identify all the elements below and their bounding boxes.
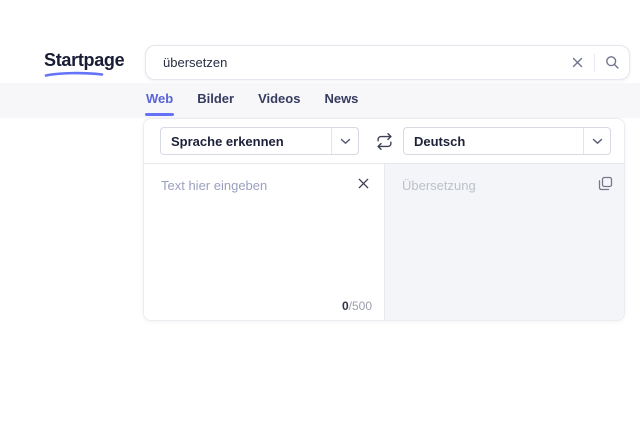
translation-output-pane: Übersetzung — [384, 164, 624, 320]
tab-videos[interactable]: Videos — [257, 89, 301, 112]
startpage-search-page: Startpage Web — [0, 0, 640, 427]
copy-icon — [598, 176, 612, 190]
search-tabs: Web Bilder Videos News — [145, 83, 359, 118]
tab-web-label: Web — [146, 91, 174, 106]
magnifier-icon — [605, 56, 619, 69]
search-actions — [560, 46, 629, 79]
tab-band: Web Bilder Videos News — [0, 83, 640, 118]
tab-bilder[interactable]: Bilder — [196, 89, 235, 112]
translation-input-pane: 0/500 — [144, 164, 384, 320]
source-language-label: Sprache erkennen — [171, 133, 284, 149]
copy-output-button[interactable] — [592, 170, 618, 196]
chevron-down-icon — [340, 138, 350, 144]
translation-input[interactable] — [144, 164, 384, 320]
translation-output-placeholder: Übersetzung — [402, 178, 476, 193]
logo-underline-swoosh — [44, 71, 104, 77]
search-bar — [145, 45, 630, 80]
target-language-chevron-cell — [583, 128, 610, 154]
active-tab-underline — [145, 113, 175, 116]
target-language-select[interactable]: Deutsch — [403, 127, 611, 155]
source-language-select[interactable]: Sprache erkennen — [160, 127, 359, 155]
translator-body: 0/500 Übersetzung — [144, 164, 624, 320]
tab-news[interactable]: News — [323, 89, 359, 112]
startpage-logo[interactable]: Startpage — [44, 50, 134, 77]
char-count: 0 — [341, 299, 349, 313]
chevron-down-icon — [592, 138, 602, 144]
source-language-chevron-cell — [331, 128, 358, 154]
target-language-label: Deutsch — [414, 133, 466, 149]
translator-header: Sprache erkennen Deutsch — [144, 119, 624, 164]
x-icon — [358, 178, 368, 188]
tab-videos-label: Videos — [258, 91, 301, 106]
tab-web[interactable]: Web — [145, 89, 175, 116]
tab-bilder-label: Bilder — [197, 91, 235, 106]
clear-search-button[interactable] — [560, 46, 594, 79]
char-limit: /500 — [348, 299, 372, 313]
clear-input-button[interactable] — [350, 170, 376, 196]
startpage-logo-text: Startpage — [44, 50, 125, 70]
tab-news-label: News — [324, 91, 359, 106]
search-submit-button[interactable] — [595, 46, 629, 79]
swap-languages-button[interactable] — [370, 127, 398, 155]
search-input[interactable] — [146, 46, 560, 79]
translator-widget: Sprache erkennen Deutsch Text hier einge… — [143, 118, 625, 321]
swap-arrows-icon — [376, 132, 392, 150]
char-counter: 0/500 — [342, 299, 372, 313]
x-icon — [572, 57, 582, 68]
